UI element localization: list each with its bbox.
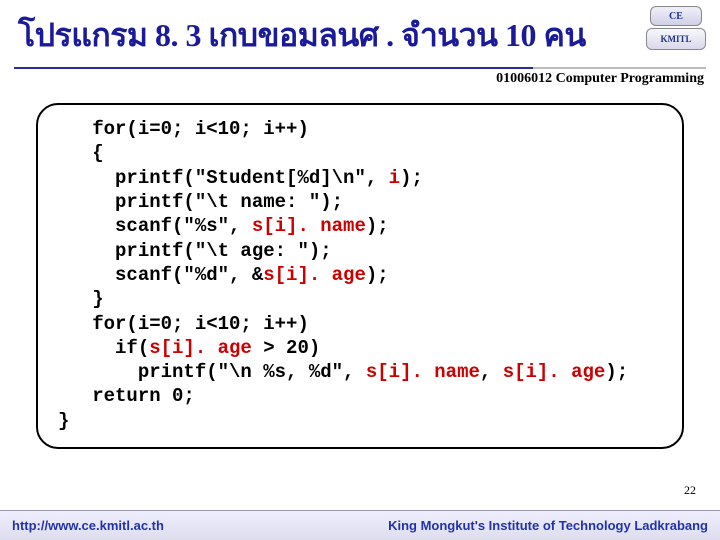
code-line: ); <box>366 215 389 237</box>
footer-url: http://www.ce.kmitl.ac.th <box>12 518 164 533</box>
logo-bottom-text: KMITL <box>646 28 706 50</box>
code-line: } <box>58 410 69 432</box>
code-line: printf("\t age: "); <box>58 240 332 262</box>
slide: โปรแกรม 8. 3 เกบขอมลนศ . จำนวน 10 คน CE … <box>0 0 720 540</box>
course-code: 01006012 Computer Programming <box>0 69 720 87</box>
code-line: printf("\n %s, %d", <box>58 361 366 383</box>
title-wrap: โปรแกรม 8. 3 เกบขอมลนศ . จำนวน 10 คน <box>18 10 702 61</box>
slide-title: โปรแกรม 8. 3 เกบขอมลนศ . จำนวน 10 คน <box>18 10 702 61</box>
code-line: scanf("%d", & <box>58 264 263 286</box>
code-var: s[i]. age <box>149 337 252 359</box>
kmitl-logo: CE KMITL <box>646 6 706 52</box>
code-var: s[i]. age <box>263 264 366 286</box>
code-box: for(i=0; i<10; i++) { printf("Student[%d… <box>36 103 684 449</box>
code-var: s[i]. age <box>503 361 606 383</box>
code-line: > 20) <box>252 337 320 359</box>
code-line: printf("\t name: "); <box>58 191 343 213</box>
logo-top-text: CE <box>650 6 702 26</box>
code-line: for(i=0; i<10; i++) <box>58 313 309 335</box>
code-line: printf("Student[%d]\n", <box>58 167 389 189</box>
footer-institution: King Mongkut's Institute of Technology L… <box>388 518 708 533</box>
slide-footer: http://www.ce.kmitl.ac.th King Mongkut's… <box>0 510 720 540</box>
page-number: 22 <box>684 483 696 498</box>
code-line: ); <box>605 361 628 383</box>
slide-header: โปรแกรม 8. 3 เกบขอมลนศ . จำนวน 10 คน CE … <box>0 0 720 61</box>
code-line: { <box>58 142 104 164</box>
code-line: if( <box>58 337 149 359</box>
code-line: scanf("%s", <box>58 215 252 237</box>
code-line: for(i=0; i<10; i++) <box>58 118 309 140</box>
code-line: , <box>480 361 503 383</box>
code-line: return 0; <box>58 385 195 407</box>
code-line: ); <box>366 264 389 286</box>
code-var: i <box>389 167 400 189</box>
code-var: s[i]. name <box>366 361 480 383</box>
code-line: ); <box>400 167 423 189</box>
code-var: s[i]. name <box>252 215 366 237</box>
code-line: } <box>58 288 104 310</box>
code-content: for(i=0; i<10; i++) { printf("Student[%d… <box>58 117 662 433</box>
